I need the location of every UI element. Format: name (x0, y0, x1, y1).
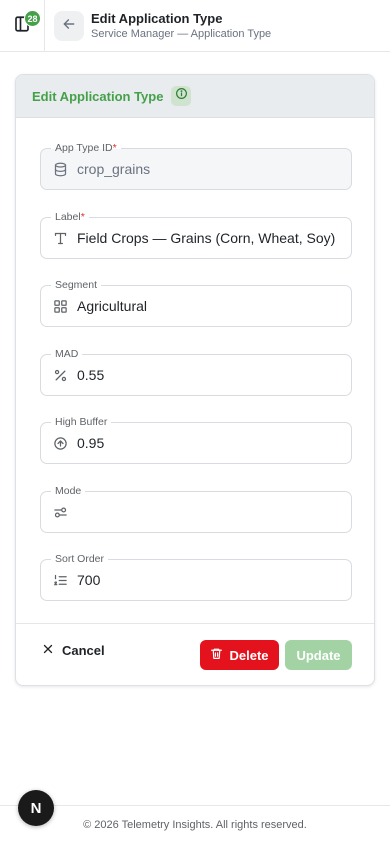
page-footer: © 2026 Telemetry Insights. All rights re… (0, 805, 390, 844)
field-label: App Type ID* (51, 140, 121, 156)
delete-button[interactable]: Delete (200, 640, 279, 670)
dev-tools-badge[interactable]: N (18, 790, 54, 826)
page-subtitle: Service Manager — Application Type (91, 28, 272, 40)
percent-icon (53, 368, 68, 383)
card-title: Edit Application Type (32, 88, 164, 104)
arrow-up-circle-icon (53, 436, 68, 451)
field-label: Sort Order (51, 551, 109, 567)
sliders-icon (53, 505, 68, 520)
field-label: Mode (51, 483, 86, 499)
info-icon (175, 87, 188, 105)
app-type-id-value: crop_grains (77, 161, 151, 177)
mad-input[interactable]: 0.55 (77, 367, 347, 383)
next-logo-icon: N (30, 799, 42, 817)
app-header: 28 Edit Application Type Service Manager… (0, 0, 390, 52)
edit-form-card: Edit Application Type App Type ID* crop_… (15, 74, 375, 686)
cancel-button[interactable]: Cancel (42, 643, 105, 658)
label-input[interactable]: Field Crops — Grains (Corn, Wheat, Soy) (77, 230, 347, 246)
copyright-text: © 2026 Telemetry Insights. All rights re… (83, 819, 307, 831)
arrow-left-icon (62, 17, 76, 36)
label-field[interactable]: Label* Field Crops — Grains (Corn, Wheat… (40, 209, 352, 259)
info-button[interactable] (171, 86, 192, 106)
notification-badge: 28 (24, 10, 41, 27)
field-label: High Buffer (51, 414, 112, 430)
field-label: Label* (51, 209, 89, 225)
form-actions: Cancel Delete Update (16, 623, 374, 685)
sort-order-input[interactable]: 700 (77, 572, 347, 588)
sort-order-field[interactable]: Sort Order 700 (40, 551, 352, 601)
mad-field[interactable]: MAD 0.55 (40, 346, 352, 396)
ordered-list-icon (53, 573, 68, 588)
sidebar-toggle-button[interactable]: 28 (0, 0, 45, 52)
delete-label: Delete (229, 647, 269, 663)
text-type-icon (53, 231, 68, 246)
card-header: Edit Application Type (16, 75, 374, 118)
mode-select[interactable]: Mode (40, 483, 352, 533)
segment-select[interactable]: Segment Agricultural (40, 277, 352, 327)
high-buffer-input[interactable]: 0.95 (77, 435, 347, 451)
update-button[interactable]: Update (285, 640, 352, 670)
close-icon (42, 643, 54, 658)
trash-icon (210, 647, 223, 663)
field-label: Segment (51, 277, 102, 293)
field-label: MAD (51, 346, 83, 362)
cancel-label: Cancel (62, 643, 105, 658)
high-buffer-field[interactable]: High Buffer 0.95 (40, 414, 352, 464)
segment-value: Agricultural (77, 298, 148, 314)
database-icon (53, 162, 68, 177)
app-type-id-field: App Type ID* crop_grains (40, 140, 352, 190)
back-button[interactable] (54, 11, 84, 41)
grid-icon (53, 299, 68, 314)
page-title: Edit Application Type (91, 11, 223, 26)
